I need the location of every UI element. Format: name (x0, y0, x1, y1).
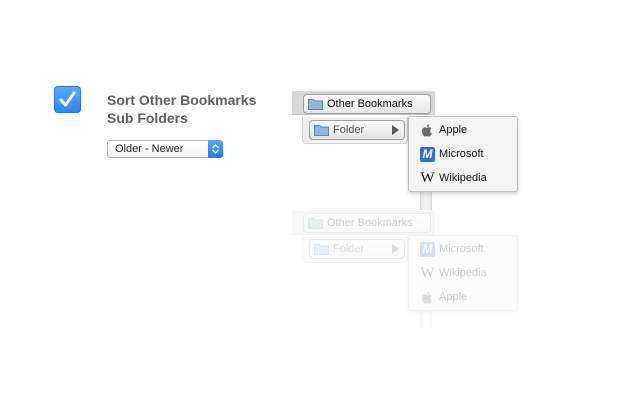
menu-item-wikipedia: W Wikipedia (409, 262, 517, 286)
folder-label: Folder (333, 243, 365, 255)
menu-item-label: Microsoft (439, 243, 484, 255)
apple-icon (421, 291, 432, 304)
menu-item-label: Wikipedia (439, 267, 487, 279)
illustration-after: Other Bookmarks Folder M Microsoft W Wik… (0, 0, 640, 400)
other-bookmarks-button: Other Bookmarks (303, 213, 431, 233)
scroll-track (420, 310, 432, 328)
microsoft-icon: M (420, 242, 435, 257)
wikipedia-icon: W (420, 265, 435, 281)
folder-submenu: M Microsoft W Wikipedia Apple (408, 235, 518, 311)
other-bookmarks-label: Other Bookmarks (327, 217, 413, 229)
folder-icon (314, 244, 329, 255)
submenu-arrow-icon (392, 244, 399, 254)
menu-item-label: Apple (439, 291, 468, 303)
menu-item-apple: Apple (409, 286, 517, 310)
folder-item: Folder (309, 239, 405, 259)
other-bookmarks-menu: Folder (302, 236, 408, 263)
folder-icon (308, 218, 323, 229)
menu-item-microsoft: M Microsoft (409, 238, 517, 262)
